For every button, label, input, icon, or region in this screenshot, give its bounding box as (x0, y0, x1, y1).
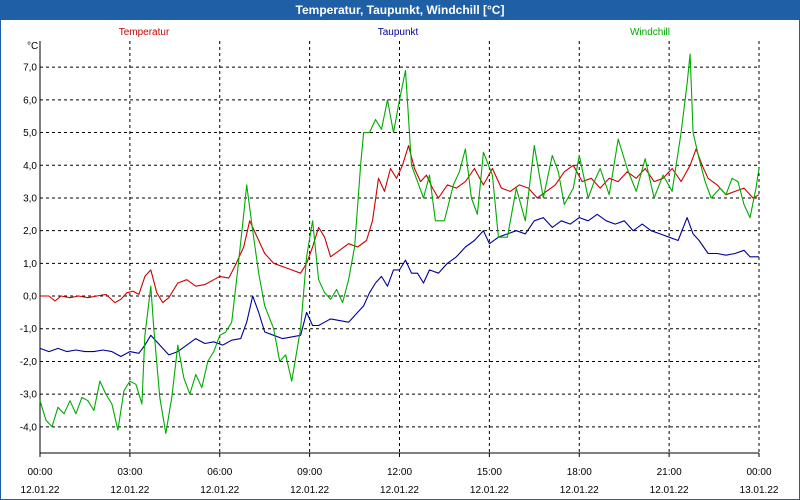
x-tick-time: 09:00 (297, 467, 322, 478)
chart-legend: Temperatur Taupunkt Windchill (119, 27, 670, 38)
x-tick-time: 12:00 (387, 467, 412, 478)
x-tick-time: 15:00 (477, 467, 502, 478)
x-tick-time: 21:00 (657, 467, 682, 478)
x-tick-date: 12.01.22 (380, 485, 419, 496)
y-tick-label: 6,0 (23, 95, 37, 106)
y-axis-labels: 7,0 6,0 5,0 4,0 3,0 2,0 1,0 0,0 -1,0 -2,0 -3,0 -4,0… (20, 41, 38, 433)
x-tick-date: 12.01.22 (110, 485, 149, 496)
x-tick-time: 00:00 (27, 467, 52, 478)
legend-entry-temperatur: Temperatur (119, 27, 170, 38)
y-tick-label: -3,0 (20, 390, 38, 401)
y-tick-label: 7,0 (23, 63, 37, 74)
chart-window: Temperatur, Taupunkt, Windchill [°C] Tem… (0, 0, 800, 500)
y-axis-unit: °C (27, 41, 38, 52)
x-tick-date: 12.01.22 (200, 485, 239, 496)
x-tick-date: 12.01.22 (650, 485, 689, 496)
chart-area: Temperatur Taupunkt Windchill 7,0 6,0 5,0 4,0… (20, 27, 779, 496)
y-tick-label: 1,0 (23, 259, 37, 270)
x-axis-labels: 00:00 12.01.22 03:00 12.01.22 06:00 12.01.22 0… (21, 467, 779, 496)
y-tick-label: 3,0 (23, 193, 37, 204)
legend-entry-taupunkt: Taupunkt (378, 27, 419, 38)
x-tick-time: 06:00 (207, 467, 232, 478)
legend-entry-windchill: Windchill (630, 27, 670, 38)
y-tick-label: 5,0 (23, 128, 37, 139)
y-tick-label: -2,0 (20, 357, 38, 368)
y-tick-label: -1,0 (20, 324, 38, 335)
y-tick-label: 0,0 (23, 292, 37, 303)
x-tick-time: 18:00 (567, 467, 592, 478)
x-tick-time: 03:00 (117, 467, 142, 478)
chart-title: Temperatur, Taupunkt, Windchill [°C] (1, 1, 799, 20)
y-tick-label: 4,0 (23, 161, 37, 172)
x-tick-time: 00:00 (746, 467, 771, 478)
y-tick-label: -4,0 (20, 422, 38, 433)
x-tick-date: 12.01.22 (290, 485, 329, 496)
series-line-windchill (39, 53, 760, 434)
x-tick-date: 12.01.22 (560, 485, 599, 496)
x-tick-date: 12.01.22 (470, 485, 509, 496)
x-tick-date: 12.01.22 (21, 485, 60, 496)
x-tick-date: 13.01.22 (740, 485, 779, 496)
chart-lines (39, 53, 760, 434)
y-tick-label: 2,0 (23, 226, 37, 237)
